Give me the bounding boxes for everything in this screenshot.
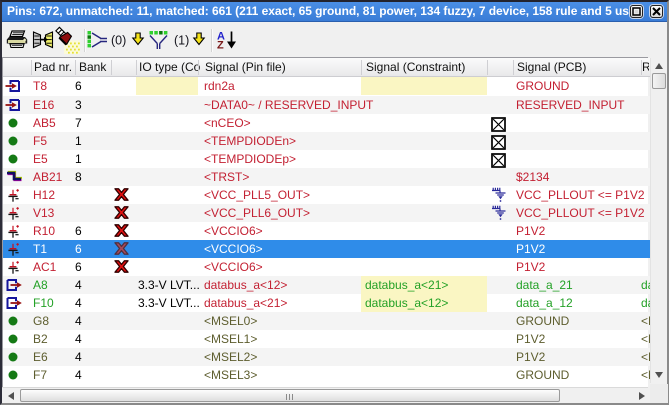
svg-text:Z: Z [217,40,224,52]
svg-text:(1): (1) [174,34,189,48]
svg-text:(0): (0) [111,34,126,48]
